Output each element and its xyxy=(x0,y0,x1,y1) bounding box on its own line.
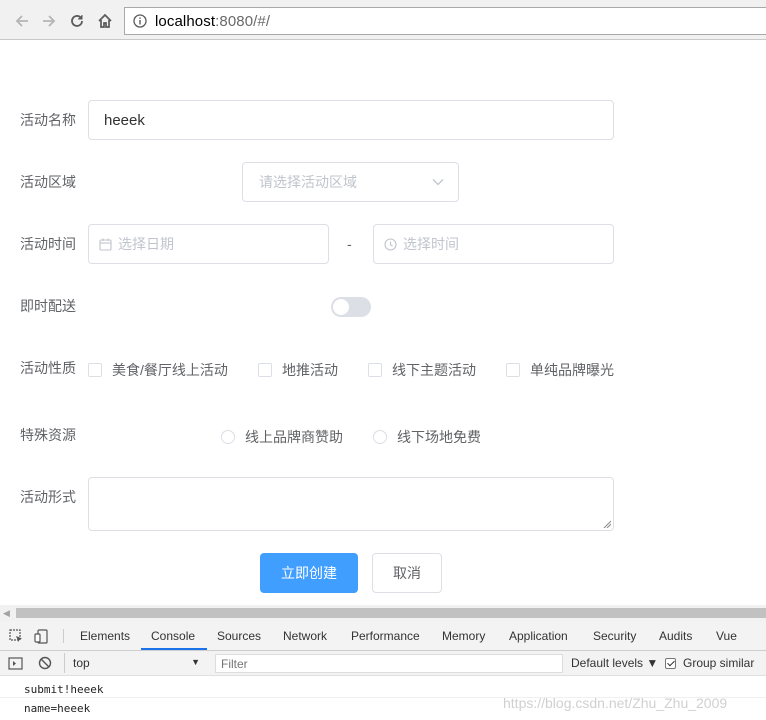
resource-radio-online-sponsor[interactable]: 线上品牌商赞助 xyxy=(221,427,343,447)
devtools-tabbar: Elements Console Sources Network Perform… xyxy=(0,621,766,651)
checkbox-box xyxy=(88,363,102,377)
checkbox-label: 地推活动 xyxy=(282,362,338,378)
radio-label: 线上品牌商赞助 xyxy=(245,429,343,445)
type-checkbox-offline-theme[interactable]: 线下主题活动 xyxy=(368,360,476,380)
tab-console[interactable]: Console xyxy=(151,629,195,643)
checkbox-label: 单纯品牌曝光 xyxy=(530,362,614,378)
date-picker-input[interactable]: 选择日期 xyxy=(88,224,329,264)
checkbox-box xyxy=(368,363,382,377)
tab-security[interactable]: Security xyxy=(593,629,636,643)
checkbox-box xyxy=(258,363,272,377)
checkbox-label: 美食/餐厅线上活动 xyxy=(112,362,228,378)
checkbox-box xyxy=(506,363,520,377)
url-path: :8080/#/ xyxy=(215,12,271,30)
time-placeholder: 选择时间 xyxy=(403,236,459,252)
tab-memory[interactable]: Memory xyxy=(442,629,485,643)
tab-network[interactable]: Network xyxy=(283,629,327,643)
filter-placeholder: Filter xyxy=(221,656,248,671)
log-levels-dropdown[interactable]: Default levels ▼ xyxy=(571,656,658,670)
cancel-button[interactable]: 取消 xyxy=(372,553,442,593)
info-icon xyxy=(133,14,147,28)
browser-toolbar: localhost:8080/#/ xyxy=(0,0,766,40)
active-tab-indicator xyxy=(141,648,207,650)
radio-circle xyxy=(373,430,387,444)
activity-region-label: 活动区域 xyxy=(20,174,76,190)
scroll-left-icon[interactable]: ◀ xyxy=(3,608,10,619)
type-checkbox-brand-exposure[interactable]: 单纯品牌曝光 xyxy=(506,360,614,380)
scrollbar-thumb[interactable] xyxy=(16,608,766,618)
address-bar[interactable]: localhost:8080/#/ xyxy=(124,7,766,35)
instant-delivery-label: 即时配送 xyxy=(20,298,76,314)
tab-elements[interactable]: Elements xyxy=(80,629,130,643)
resize-grip-icon[interactable] xyxy=(603,520,611,528)
chevron-down-icon xyxy=(432,179,444,186)
console-message: submit!heeek xyxy=(24,683,104,696)
context-selector[interactable]: top ▼ xyxy=(64,653,206,673)
caret-down-icon: ▼ xyxy=(191,657,200,667)
toolbar-divider xyxy=(63,629,64,643)
home-icon xyxy=(98,13,112,28)
forward-button[interactable] xyxy=(38,10,60,32)
context-value: top xyxy=(73,656,90,670)
activity-form-textarea[interactable] xyxy=(88,477,614,531)
activity-type-label: 活动性质 xyxy=(20,360,76,376)
activity-time-label: 活动时间 xyxy=(20,236,76,252)
tab-application[interactable]: Application xyxy=(509,629,568,643)
activity-name-input[interactable]: heeek xyxy=(88,100,614,140)
forward-arrow-icon xyxy=(43,15,56,27)
back-arrow-icon xyxy=(15,15,28,27)
date-placeholder: 选择日期 xyxy=(118,236,174,252)
type-checkbox-ground-push[interactable]: 地推活动 xyxy=(258,360,338,380)
clock-icon xyxy=(384,237,397,251)
region-placeholder: 请选择活动区域 xyxy=(259,174,357,190)
activity-form-label: 活动形式 xyxy=(20,489,76,505)
radio-circle xyxy=(221,430,235,444)
home-button[interactable] xyxy=(94,10,116,32)
inspect-element-icon[interactable] xyxy=(8,628,24,644)
url-text: localhost:8080/#/ xyxy=(155,13,270,30)
time-separator: - xyxy=(347,236,352,252)
console-filter-input[interactable]: Filter xyxy=(215,654,563,673)
show-sidebar-icon[interactable] xyxy=(7,655,23,671)
radio-label: 线下场地免费 xyxy=(397,429,481,445)
tab-vue[interactable]: Vue xyxy=(716,629,737,643)
instant-delivery-switch[interactable] xyxy=(331,297,371,317)
horizontal-scrollbar[interactable]: ◀ xyxy=(0,605,766,621)
create-button[interactable]: 立即创建 xyxy=(260,553,358,593)
group-similar-label: Group similar xyxy=(683,656,755,670)
activity-name-label: 活动名称 xyxy=(20,112,76,128)
watermark: https://blog.csdn.net/Zhu_Zhu_2009 xyxy=(503,695,728,711)
resource-radio-offline-venue[interactable]: 线下场地免费 xyxy=(373,427,481,447)
time-picker-input[interactable]: 选择时间 xyxy=(373,224,614,264)
checkbox-label: 线下主题活动 xyxy=(392,362,476,378)
tab-performance[interactable]: Performance xyxy=(351,629,420,643)
url-host: localhost xyxy=(155,12,216,30)
device-toolbar-icon[interactable] xyxy=(34,628,50,644)
activity-name-value: heeek xyxy=(104,111,145,129)
reload-button[interactable] xyxy=(66,10,88,32)
switch-knob xyxy=(333,299,349,315)
type-checkbox-food-online[interactable]: 美食/餐厅线上活动 xyxy=(88,360,228,380)
clear-console-icon[interactable] xyxy=(37,655,53,671)
console-message: name=heeek xyxy=(24,702,91,715)
group-similar-checkbox[interactable] xyxy=(665,657,676,669)
special-resource-label: 特殊资源 xyxy=(20,427,76,443)
console-toolbar: top ▼ Filter Default levels ▼ Group simi… xyxy=(0,651,766,676)
tab-sources[interactable]: Sources xyxy=(217,629,261,643)
group-similar-toggle[interactable]: Group similar xyxy=(665,656,754,670)
back-button[interactable] xyxy=(11,10,33,32)
calendar-icon xyxy=(99,238,112,251)
tab-audits[interactable]: Audits xyxy=(659,629,692,643)
reload-icon xyxy=(71,15,83,27)
activity-region-select[interactable]: 请选择活动区域 xyxy=(242,162,459,202)
